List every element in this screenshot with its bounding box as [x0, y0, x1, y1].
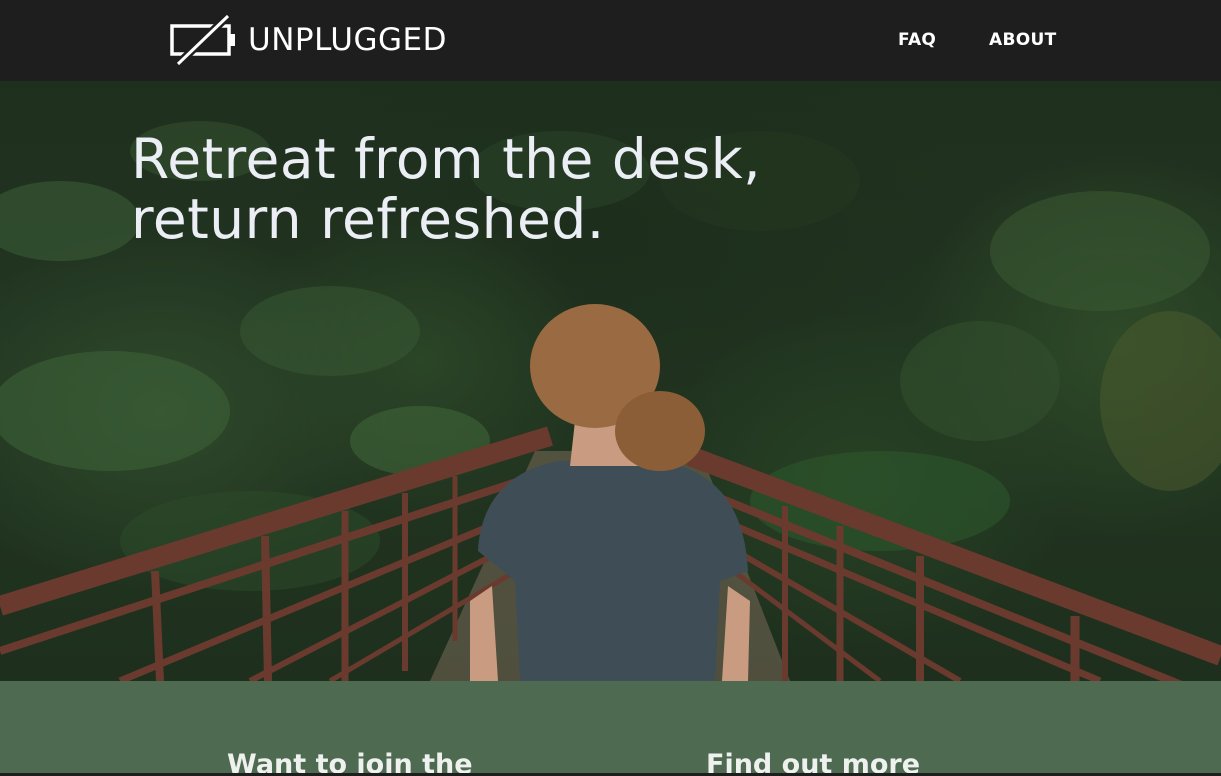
nav-link-faq[interactable]: FAQ [898, 30, 936, 50]
info-band: Want to join the Find out more [0, 681, 1221, 776]
find-out-more-heading: Find out more [706, 749, 921, 776]
brand-logo-link[interactable]: UNPLUGGED [170, 14, 447, 66]
hero-banner: Retreat from the desk, return refreshed. [0, 81, 1221, 681]
site-header: UNPLUGGED FAQ ABOUT [0, 0, 1221, 81]
nav-link-about[interactable]: ABOUT [989, 30, 1056, 50]
hero-headline: Retreat from the desk, return refreshed. [131, 129, 891, 249]
hero-headline-line-2: return refreshed. [131, 187, 605, 251]
unplugged-battery-icon [170, 14, 236, 66]
brand-name: UNPLUGGED [248, 22, 447, 58]
hero-headline-line-1: Retreat from the desk, [131, 127, 762, 191]
join-heading: Want to join the [227, 749, 473, 776]
